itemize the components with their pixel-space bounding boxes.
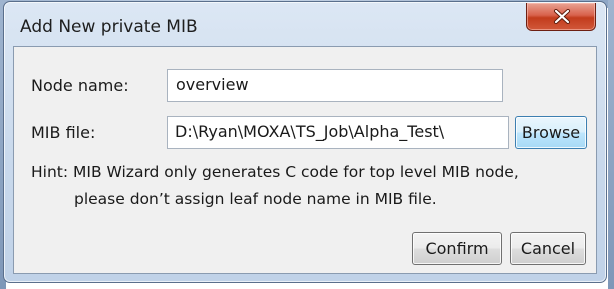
close-button[interactable] <box>526 3 596 31</box>
desktop-background-right <box>608 0 614 289</box>
confirm-button[interactable]: Confirm <box>412 232 502 265</box>
cancel-button[interactable]: Cancel <box>510 232 586 265</box>
dialog-window: Add New private MIB Node name: overview … <box>3 1 607 283</box>
close-icon <box>554 9 570 24</box>
node-name-label: Node name: <box>31 76 129 95</box>
title-bar[interactable]: Add New private MIB <box>4 2 606 46</box>
hint-line-1: Hint: MIB Wizard only generates C code f… <box>31 163 519 181</box>
node-name-input[interactable]: overview <box>167 69 503 102</box>
mib-file-input[interactable]: D:\Ryan\MOXA\TS_Job\Alpha_Test\ <box>167 116 509 149</box>
mib-file-label: MIB file: <box>31 123 96 142</box>
dialog-title: Add New private MIB <box>20 17 198 37</box>
browse-button[interactable]: Browse <box>515 116 587 149</box>
dialog-body: Node name: overview MIB file: D:\Ryan\MO… <box>13 46 597 274</box>
hint-line-2: please don’t assign leaf node name in MI… <box>74 190 437 208</box>
